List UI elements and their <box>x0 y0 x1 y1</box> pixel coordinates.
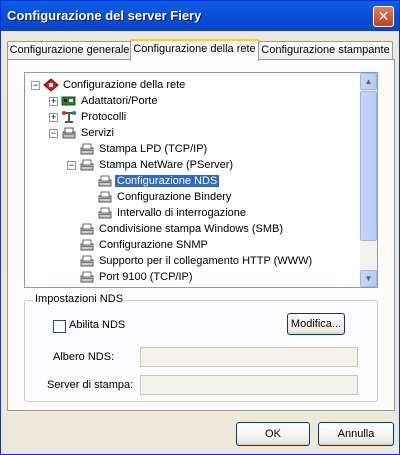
close-button[interactable]: ✕ <box>373 6 394 27</box>
nds-tree-label: Albero NDS: <box>53 351 115 363</box>
tab-printer-config[interactable]: Configurazione stampante <box>258 41 393 59</box>
printer-service-icon <box>97 174 113 188</box>
network-config-tree[interactable]: − Configurazione della rete + Adattatori/Po… <box>24 72 378 288</box>
printer-service-icon <box>79 222 95 236</box>
printer-service-icon <box>97 190 113 204</box>
scroll-up-button[interactable]: ▲ <box>360 73 377 90</box>
tree-node-label: Configurazione SNMP <box>99 239 208 251</box>
tree-node[interactable]: Configurazione Bindery <box>115 189 233 205</box>
tree-node-label: Configurazione della rete <box>63 79 186 91</box>
tab-strip: Configurazione generale Configurazione d… <box>7 39 393 61</box>
scroll-down-button[interactable]: ▼ <box>360 270 377 287</box>
collapse-toggle[interactable]: − <box>67 161 76 170</box>
tree-node-label: Intervallo di interrogazione <box>117 207 247 219</box>
tree-node[interactable]: Configurazione SNMP <box>97 237 210 253</box>
tab-panel: − Configurazione della rete + Adattatori/Po… <box>7 59 395 411</box>
nds-settings-group: Impostazioni NDS Abilita NDS Modifica...… <box>24 293 378 402</box>
printer-service-icon <box>79 254 95 268</box>
printer-service-icon <box>79 142 95 156</box>
tree-node[interactable]: Supporto per il collegamento HTTP (WWW) <box>97 253 314 269</box>
printer-service-icon <box>79 270 95 284</box>
tree-node[interactable]: Configurazione della rete <box>61 77 187 93</box>
protocol-icon <box>61 110 77 124</box>
tree-node[interactable]: Port 9100 (TCP/IP) <box>97 269 195 285</box>
tab-general-config[interactable]: Configurazione generale <box>7 41 132 59</box>
tab-network-config[interactable]: Configurazione della rete <box>130 39 259 61</box>
window-title: Configurazione del server Fiery <box>7 8 202 23</box>
tree-node[interactable]: Servizi <box>79 125 116 141</box>
enable-nds-label: Abilita NDS <box>69 319 126 331</box>
collapse-toggle[interactable]: − <box>49 129 58 138</box>
ok-button[interactable]: OK <box>236 422 310 446</box>
printer-service-icon <box>79 238 95 252</box>
tree-node[interactable]: Adattatori/Porte <box>79 93 159 109</box>
expand-toggle[interactable]: + <box>49 113 58 122</box>
tree-content: − Configurazione della rete + Adattatori/Po… <box>25 73 359 287</box>
tree-node[interactable]: Configurazione NDS <box>113 173 221 189</box>
tree-node-label: Stampa NetWare (PServer) <box>99 159 234 171</box>
print-server-label: Server di stampa: <box>47 379 134 391</box>
tree-vertical-scrollbar[interactable]: ▲ ▼ <box>360 73 377 287</box>
tree-node-label: Port 9100 (TCP/IP) <box>99 271 193 283</box>
tree-node[interactable]: Intervallo di interrogazione <box>115 205 248 221</box>
printer-service-icon <box>97 206 113 220</box>
dialog-window: Configurazione del server Fiery ✕ Config… <box>0 0 400 455</box>
collapse-toggle[interactable]: − <box>31 81 40 90</box>
enable-nds-checkbox[interactable] <box>53 320 66 333</box>
tree-node-label: Condivisione stampa Windows (SMB) <box>99 223 284 235</box>
tree-node[interactable]: Stampa NetWare (PServer) <box>97 157 235 173</box>
scroll-thumb[interactable] <box>360 91 377 241</box>
cancel-button[interactable]: Annulla <box>318 422 394 446</box>
network-root-icon <box>43 78 59 92</box>
services-icon <box>61 126 77 140</box>
print-server-field[interactable] <box>140 375 358 395</box>
expand-toggle[interactable]: + <box>49 97 58 106</box>
nds-settings-title: Impostazioni NDS <box>33 293 126 305</box>
tree-node-label: Supporto per il collegamento HTTP (WWW) <box>99 255 313 267</box>
tree-node-label: Servizi <box>81 127 115 139</box>
tree-node[interactable]: Stampa LPD (TCP/IP) <box>97 141 209 157</box>
tree-node-label: Stampa LPD (TCP/IP) <box>99 143 208 155</box>
tree-node-label: Protocolli <box>81 111 127 123</box>
printer-service-icon <box>79 158 95 172</box>
nds-tree-field[interactable] <box>140 347 358 367</box>
title-bar[interactable]: Configurazione del server Fiery ✕ <box>1 1 399 31</box>
tree-node[interactable]: Protocolli <box>79 109 128 125</box>
adapter-card-icon <box>61 94 77 108</box>
tree-node[interactable]: Condivisione stampa Windows (SMB) <box>97 221 285 237</box>
tree-node-label: Configurazione NDS <box>113 174 221 188</box>
tree-node-label: Adattatori/Porte <box>81 95 158 107</box>
modify-button[interactable]: Modifica... <box>287 313 345 335</box>
tree-node-label: Configurazione Bindery <box>117 191 232 203</box>
